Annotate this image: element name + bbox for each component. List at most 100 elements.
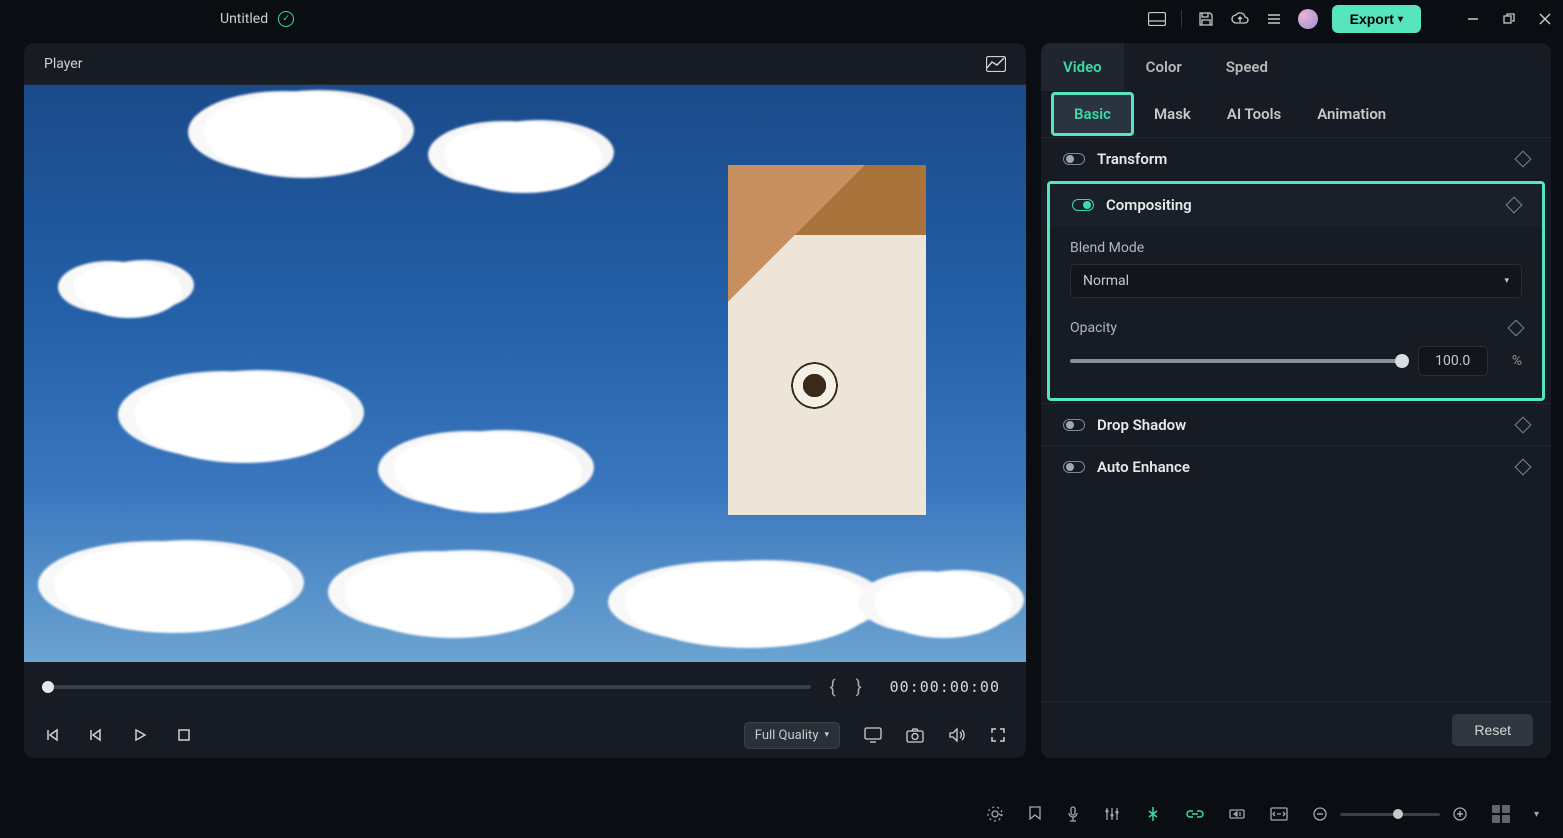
opacity-value-input[interactable]: 100.0	[1418, 346, 1488, 376]
drop-shadow-toggle[interactable]	[1063, 419, 1085, 431]
user-avatar[interactable]	[1298, 9, 1318, 29]
timeline-view-icon[interactable]	[1492, 805, 1510, 823]
window-minimize-button[interactable]	[1465, 11, 1481, 27]
playhead-scrubber[interactable]	[44, 685, 811, 689]
title-bar: Untitled Export ▾	[0, 0, 1563, 38]
tab-video[interactable]: Video	[1041, 43, 1124, 91]
tab-speed[interactable]: Speed	[1204, 43, 1290, 91]
opacity-slider[interactable]	[1070, 359, 1402, 363]
layout-icon[interactable]	[1147, 9, 1167, 29]
quality-label: Full Quality	[755, 728, 819, 743]
player-panel: Player { } 00:00:00:00	[24, 43, 1026, 758]
stop-button[interactable]	[176, 727, 192, 743]
drop-shadow-label: Drop Shadow	[1097, 416, 1186, 434]
play-button[interactable]	[132, 727, 148, 743]
section-transform[interactable]: Transform	[1041, 137, 1551, 179]
preview-cloud	[874, 575, 994, 625]
preview-cloud	[134, 375, 334, 450]
display-settings-icon[interactable]	[864, 727, 882, 743]
export-button-label: Export	[1350, 11, 1394, 27]
auto-enhance-label: Auto Enhance	[1097, 458, 1190, 476]
subtab-mask[interactable]: Mask	[1138, 99, 1207, 129]
window-close-button[interactable]	[1537, 11, 1553, 27]
keyframe-icon[interactable]	[1506, 197, 1523, 214]
opacity-unit: %	[1512, 353, 1522, 369]
property-sub-tabs: Basic Mask AI Tools Animation	[1041, 91, 1551, 137]
zoom-slider[interactable]	[1340, 813, 1440, 816]
compositing-label: Compositing	[1106, 196, 1192, 214]
marker-icon[interactable]	[1028, 805, 1042, 823]
subtab-ai-tools[interactable]: AI Tools	[1211, 99, 1297, 129]
save-icon[interactable]	[1196, 9, 1216, 29]
fullscreen-icon[interactable]	[990, 727, 1006, 743]
hamburger-menu-icon[interactable]	[1264, 9, 1284, 29]
timecode-display: 00:00:00:00	[890, 678, 1000, 696]
saved-check-icon	[278, 11, 294, 27]
scrubber-thumb[interactable]	[42, 681, 54, 693]
zoom-out-button[interactable]	[1312, 806, 1328, 822]
compositing-toggle[interactable]	[1072, 199, 1094, 211]
opacity-label: Opacity	[1070, 320, 1117, 336]
overlay-clip[interactable]	[728, 165, 926, 515]
subtab-animation[interactable]: Animation	[1301, 99, 1402, 129]
export-button[interactable]: Export ▾	[1332, 5, 1421, 33]
subtab-basic[interactable]: Basic	[1058, 99, 1127, 129]
step-back-button[interactable]	[88, 727, 104, 743]
preview-cloud	[444, 125, 584, 180]
chevron-down-icon: ▾	[1504, 276, 1509, 286]
mark-out-button[interactable]: }	[854, 677, 864, 698]
blend-mode-label: Blend Mode	[1070, 240, 1522, 256]
preview-cloud	[74, 265, 164, 305]
auto-scroll-icon[interactable]	[986, 805, 1004, 823]
volume-icon[interactable]	[948, 727, 966, 743]
prev-frame-button[interactable]	[44, 727, 60, 743]
ripple-icon[interactable]	[1228, 807, 1246, 821]
timeline-toolbar: ▾	[0, 790, 1563, 838]
properties-panel: Video Color Speed Basic Mask AI Tools An…	[1041, 43, 1551, 758]
slider-thumb[interactable]	[1395, 354, 1409, 368]
blend-mode-value: Normal	[1083, 273, 1129, 289]
chevron-down-icon: ▾	[824, 730, 829, 740]
reset-button[interactable]: Reset	[1452, 714, 1533, 746]
section-drop-shadow[interactable]: Drop Shadow	[1041, 403, 1551, 445]
auto-enhance-toggle[interactable]	[1063, 461, 1085, 473]
cloud-upload-icon[interactable]	[1230, 9, 1250, 29]
keyframe-icon[interactable]	[1508, 320, 1525, 337]
section-compositing[interactable]: Compositing	[1050, 184, 1542, 226]
audio-mixer-icon[interactable]	[1104, 806, 1120, 822]
keyframe-icon[interactable]	[1515, 150, 1532, 167]
player-title: Player	[44, 56, 82, 72]
zoom-thumb[interactable]	[1393, 809, 1403, 819]
preview-cloud	[54, 545, 274, 620]
section-auto-enhance[interactable]: Auto Enhance	[1041, 445, 1551, 487]
preview-cloud	[344, 555, 544, 625]
stats-icon[interactable]	[986, 56, 1006, 72]
preview-quality-dropdown[interactable]: Full Quality ▾	[744, 722, 840, 749]
compositing-highlight: Compositing Blend Mode Normal ▾ Opacity	[1047, 181, 1545, 401]
chevron-down-icon[interactable]: ▾	[1534, 809, 1539, 820]
blend-mode-dropdown[interactable]: Normal ▾	[1070, 264, 1522, 298]
tab-color[interactable]: Color	[1124, 43, 1204, 91]
zoom-controls	[1312, 806, 1468, 822]
zoom-in-button[interactable]	[1452, 806, 1468, 822]
snapshot-icon[interactable]	[906, 728, 924, 743]
transform-toggle[interactable]	[1063, 153, 1085, 165]
fit-icon[interactable]	[1270, 807, 1288, 821]
link-icon[interactable]	[1186, 807, 1204, 821]
preview-cloud	[204, 95, 384, 165]
preview-cloud	[624, 565, 854, 635]
separator	[1181, 10, 1182, 28]
video-preview[interactable]	[24, 85, 1026, 662]
property-top-tabs: Video Color Speed	[1041, 43, 1551, 91]
preview-cloud	[394, 435, 564, 500]
snap-icon[interactable]	[1144, 805, 1162, 823]
project-name: Untitled	[220, 11, 268, 27]
keyframe-icon[interactable]	[1515, 458, 1532, 475]
basic-tab-highlight: Basic	[1051, 92, 1134, 136]
window-maximize-button[interactable]	[1501, 11, 1517, 27]
voiceover-icon[interactable]	[1066, 805, 1080, 823]
transform-label: Transform	[1097, 150, 1167, 168]
keyframe-icon[interactable]	[1515, 416, 1532, 433]
chevron-down-icon: ▾	[1398, 14, 1403, 25]
mark-in-button[interactable]: {	[827, 677, 837, 698]
